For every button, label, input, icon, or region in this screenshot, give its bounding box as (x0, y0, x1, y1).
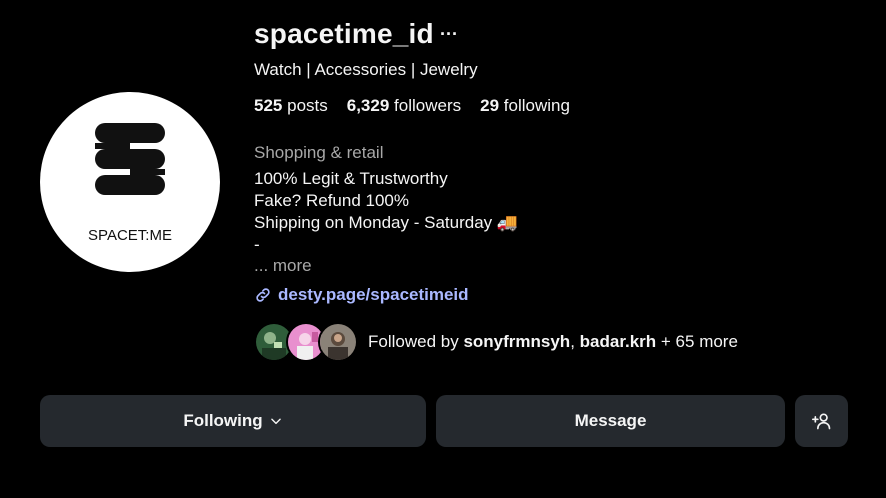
profile-avatar[interactable]: SPACET:ME (40, 92, 220, 272)
followers-stat[interactable]: 6,329 followers (347, 96, 461, 116)
follower-avatar (318, 322, 358, 362)
followed-user-1[interactable]: sonyfrmnsyh (463, 332, 570, 351)
bio-line: - (254, 235, 260, 254)
posts-label: posts (287, 96, 328, 115)
add-person-button[interactable] (795, 395, 848, 447)
message-button-label: Message (574, 411, 647, 430)
message-button[interactable]: Message (436, 395, 785, 447)
followed-by-suffix: + 65 more (656, 332, 738, 351)
profile-category-line: Watch | Accessories | Jewelry (254, 60, 478, 79)
followed-by[interactable]: Followed by sonyfrmnsyh, badar.krh + 65 … (254, 322, 738, 362)
profile-username: spacetime_id (254, 18, 434, 49)
posts-stat: 525 posts (254, 96, 328, 116)
add-person-icon (811, 413, 830, 430)
bio-line: 100% Legit & Trustworthy (254, 169, 448, 188)
following-button[interactable]: Following (40, 395, 426, 447)
bio-line: Shipping on Monday - Saturday 🚚 (254, 213, 519, 232)
following-count: 29 (480, 96, 500, 115)
more-horizontal-icon[interactable]: ··· (440, 24, 458, 45)
bio-more-link[interactable]: ... more (254, 256, 312, 276)
business-category: Shopping & retail (254, 143, 384, 162)
bio-text: 100% Legit & Trustworthy Fake? Refund 10… (254, 168, 518, 256)
bio-line: Fake? Refund 100% (254, 191, 409, 210)
followed-separator: , (570, 332, 580, 351)
following-label: following (503, 96, 570, 115)
avatar-logo-text: SPACET:ME (88, 227, 172, 244)
followed-user-2[interactable]: badar.krh (580, 332, 657, 351)
link-icon (256, 288, 270, 302)
following-button-label: Following (183, 411, 263, 430)
followers-label: followers (394, 96, 462, 115)
link-text: desty.page/spacetimeid (278, 285, 469, 304)
spacetime-logo: SPACET:ME (88, 123, 172, 244)
followers-count: 6,329 (346, 96, 390, 115)
followed-by-text: Followed by sonyfrmnsyh, badar.krh + 65 … (368, 332, 738, 352)
profile-external-link[interactable]: desty.page/spacetimeid (254, 285, 469, 305)
profile-stats: 525 posts 6,329 followers 29 following (254, 96, 570, 116)
posts-count: 525 (254, 96, 283, 115)
chevron-down-icon (270, 418, 281, 425)
followed-by-prefix: Followed by (368, 332, 464, 351)
following-stat[interactable]: 29 following (480, 96, 570, 116)
